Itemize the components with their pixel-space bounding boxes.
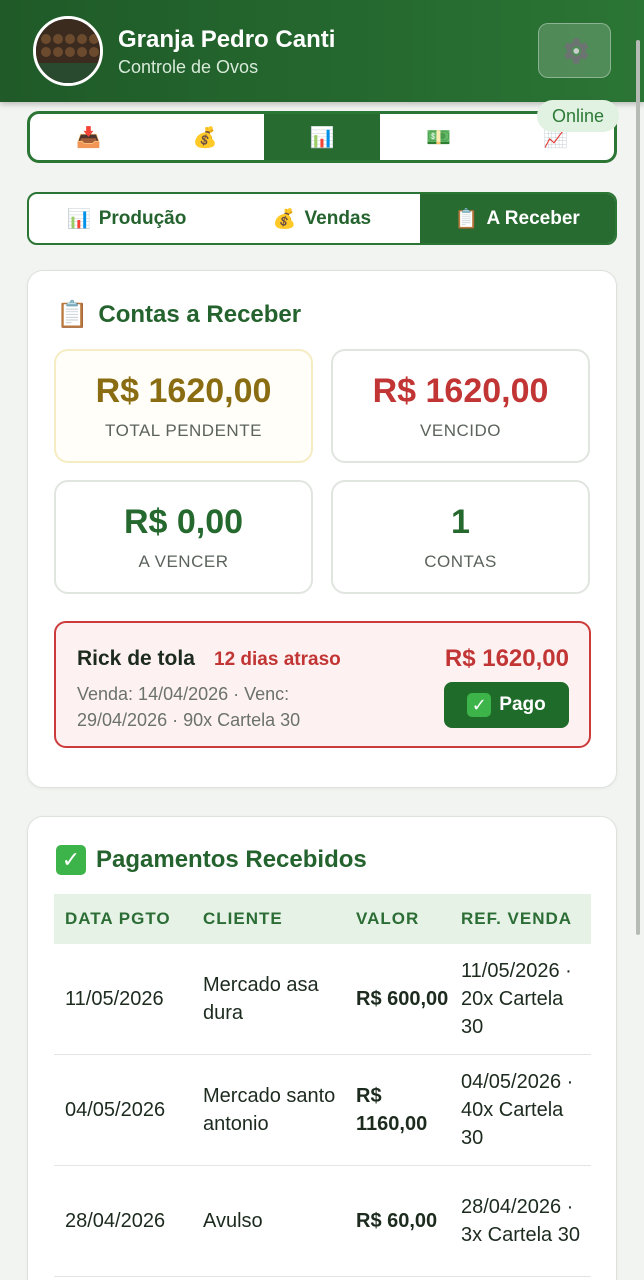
stat-label: TOTAL PENDENTE	[105, 420, 262, 440]
cell-ref: 11/05/2026 · 20x Cartela 30	[461, 960, 572, 1038]
stat-label: A VENCER	[138, 551, 229, 571]
column-header-value: VALOR	[356, 909, 420, 928]
bar-chart-icon: 📊	[67, 208, 91, 230]
cell-value: R$ 600,00	[356, 988, 449, 1010]
stat-overdue: R$ 1620,00 VENCIDO	[331, 349, 590, 463]
clipboard-icon: 📋	[454, 208, 479, 230]
table-row: 11/05/2026 Mercado asa dura R$ 600,00 11…	[54, 944, 591, 1055]
report-tabs: 📊 Produção 💰 Vendas 📋 A Receber	[27, 192, 617, 245]
online-status-badge: Online	[537, 100, 619, 132]
tab-label: Produção	[98, 207, 187, 229]
stat-value: R$ 1620,00	[95, 371, 272, 410]
payments-title: ✓ Pagamentos Recebidos	[56, 845, 367, 875]
stat-label: CONTAS	[424, 551, 497, 571]
cell-client: Mercado asa dura	[203, 974, 319, 1024]
debt-details: Venda: 14/04/2026 · Venc: 29/04/2026 · 9…	[77, 684, 301, 730]
receivables-title: 📋 Contas a Receber	[56, 299, 301, 330]
overdue-account-item: Rick de tola 12 dias atraso R$ 1620,00 V…	[54, 621, 591, 748]
farm-subtitle: Controle de Ovos	[118, 57, 259, 77]
mark-paid-button[interactable]: ✓ Pago	[444, 682, 569, 728]
section-title: Contas a Receber	[98, 300, 302, 328]
stat-label: VENCIDO	[420, 420, 501, 440]
stat-value: R$ 0,00	[123, 502, 244, 541]
settings-button[interactable]	[538, 23, 611, 78]
column-header-date: DATA PGTO	[65, 909, 171, 928]
cell-date: 04/05/2026	[65, 1099, 166, 1121]
tab-label: Vendas	[304, 207, 372, 229]
mark-paid-label: Pago	[499, 694, 546, 715]
debt-amount: R$ 1620,00	[444, 645, 569, 672]
check-mark-icon: ✓	[56, 845, 86, 875]
check-mark-icon: ✓	[467, 693, 492, 717]
nav-item-financeiro[interactable]: 💵	[380, 114, 497, 160]
table-row: 28/04/2026 Avulso R$ 60,00 28/04/2026 · …	[54, 1166, 591, 1277]
cell-ref: 04/05/2026 · 40x Cartela 30	[461, 1071, 574, 1149]
column-header-client: CLIENTE	[203, 909, 283, 928]
clipboard-icon: 📋	[56, 299, 89, 329]
money-bag-icon: 💰	[192, 126, 218, 149]
payments-card: ✓ Pagamentos Recebidos DATA PGTO CLIENTE…	[27, 816, 617, 1280]
nav-item-entrada[interactable]: 📥	[30, 114, 147, 160]
debtor-name: Rick de tola	[77, 647, 195, 670]
nav-item-vendas[interactable]: 💰	[147, 114, 264, 160]
days-late-label: 12 dias atraso	[214, 649, 341, 670]
tab-label: A Receber	[486, 207, 580, 229]
cell-ref: 28/04/2026 · 3x Cartela 30	[461, 1196, 580, 1246]
main-icon-nav: 📥 💰 📊 💵 📈	[27, 111, 617, 163]
farm-avatar	[33, 16, 103, 86]
tab-vendas[interactable]: 💰 Vendas	[224, 194, 419, 243]
table-row: 04/05/2026 Mercado santo antonio R$ 1160…	[54, 1055, 591, 1166]
bar-chart-icon: 📊	[309, 126, 335, 149]
column-header-ref: REF. VENDA	[461, 909, 573, 928]
cell-value: R$ 1160,00	[356, 1085, 428, 1135]
app-header: Granja Pedro Canti Controle de Ovos	[0, 0, 644, 102]
inbox-tray-icon: 📥	[75, 126, 101, 149]
nav-item-relatorios[interactable]: 📊	[263, 114, 381, 160]
gear-icon	[563, 37, 588, 64]
cell-value: R$ 60,00	[356, 1210, 438, 1232]
payments-table: DATA PGTO CLIENTE VALOR REF. VENDA 11/05…	[54, 894, 591, 1277]
stat-value: 1	[451, 502, 470, 541]
stat-total-pending: R$ 1620,00 TOTAL PENDENTE	[54, 349, 313, 463]
cell-date: 11/05/2026	[65, 988, 164, 1010]
receivables-card: 📋 Contas a Receber R$ 1620,00 TOTAL PEND…	[27, 270, 617, 788]
dollar-banknote-icon: 💵	[426, 126, 452, 149]
stat-upcoming: R$ 0,00 A VENCER	[54, 480, 313, 594]
tab-a-receber[interactable]: 📋 A Receber	[419, 194, 615, 243]
table-header: DATA PGTO CLIENTE VALOR REF. VENDA	[54, 894, 591, 944]
tab-producao[interactable]: 📊 Produção	[29, 194, 224, 243]
farm-name: Granja Pedro Canti	[118, 26, 336, 53]
page-scrollbar[interactable]	[636, 40, 640, 935]
cell-date: 28/04/2026	[65, 1210, 166, 1232]
cell-client: Mercado santo antonio	[203, 1085, 336, 1135]
section-title: Pagamentos Recebidos	[96, 846, 367, 873]
stat-accounts-count: 1 CONTAS	[331, 480, 590, 594]
cell-client: Avulso	[203, 1210, 263, 1232]
money-bag-icon: 💰	[272, 208, 297, 230]
stat-value: R$ 1620,00	[372, 371, 549, 410]
